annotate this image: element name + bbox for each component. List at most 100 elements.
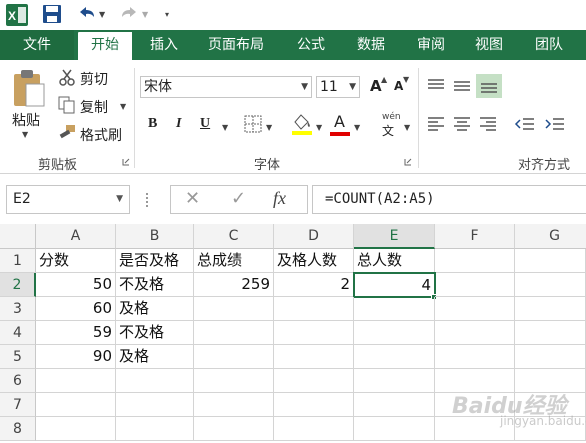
cell-c6[interactable] <box>194 369 274 393</box>
cell-c2[interactable]: 259 <box>194 273 274 297</box>
tab-page-layout[interactable]: 页面布局 <box>196 30 276 60</box>
copy-label[interactable]: 复制 <box>80 97 108 117</box>
formula-bar-grip[interactable] <box>146 193 149 207</box>
row-header-8[interactable]: 8 <box>0 417 36 441</box>
cell-b3[interactable]: 及格 <box>116 297 194 321</box>
cell-c8[interactable] <box>194 417 274 441</box>
cell-g5[interactable] <box>515 345 586 369</box>
tab-file[interactable]: 文件 <box>0 30 74 60</box>
cell-b5[interactable]: 及格 <box>116 345 194 369</box>
tab-view[interactable]: 视图 <box>462 30 516 60</box>
chevron-down-icon[interactable]: ▼ <box>301 77 308 97</box>
font-launcher-icon[interactable] <box>404 158 412 166</box>
tab-insert[interactable]: 插入 <box>138 30 190 60</box>
column-header-d[interactable]: D <box>274 224 354 249</box>
name-box[interactable]: E2 ▼ <box>6 185 130 214</box>
decrease-indent-icon[interactable] <box>514 116 536 132</box>
clipboard-launcher-icon[interactable] <box>122 158 130 166</box>
cell-g2[interactable] <box>515 273 586 297</box>
confirm-entry-icon[interactable]: ✓ <box>231 188 246 209</box>
undo-dropdown-icon[interactable]: ▼ <box>99 10 105 19</box>
cell-d2[interactable]: 2 <box>274 273 354 297</box>
chevron-down-icon[interactable]: ▼ <box>349 77 356 97</box>
cell-c7[interactable] <box>194 393 274 417</box>
shrink-font-button[interactable]: A <box>394 79 403 93</box>
cell-g4[interactable] <box>515 321 586 345</box>
insert-function-icon[interactable]: fx <box>273 188 286 209</box>
phonetic-char[interactable]: 文 <box>382 122 394 139</box>
borders-icon[interactable] <box>244 115 262 133</box>
row-header-2[interactable]: 2 <box>0 273 36 297</box>
cell-a5[interactable]: 90 <box>36 345 116 369</box>
cell-f5[interactable] <box>435 345 515 369</box>
formula-input[interactable]: =COUNT(A2:A5) <box>312 185 586 214</box>
column-header-g[interactable]: G <box>515 224 586 249</box>
cell-c4[interactable] <box>194 321 274 345</box>
borders-dropdown-icon[interactable]: ▼ <box>266 123 272 132</box>
cell-b2[interactable]: 不及格 <box>116 273 194 297</box>
cell-c1[interactable]: 总成绩 <box>194 249 274 273</box>
cell-e7[interactable] <box>354 393 435 417</box>
column-header-f[interactable]: F <box>435 224 515 249</box>
align-right-icon[interactable] <box>478 116 498 132</box>
column-header-b[interactable]: B <box>116 224 194 249</box>
font-color-dropdown-icon[interactable]: ▼ <box>354 123 360 132</box>
fill-color-dropdown-icon[interactable]: ▼ <box>316 123 322 132</box>
cell-f2[interactable] <box>435 273 515 297</box>
cell-b8[interactable] <box>116 417 194 441</box>
cut-label[interactable]: 剪切 <box>80 69 108 89</box>
cell-d4[interactable] <box>274 321 354 345</box>
cell-c3[interactable] <box>194 297 274 321</box>
align-left-icon[interactable] <box>426 116 446 132</box>
cell-b6[interactable] <box>116 369 194 393</box>
tab-team[interactable]: 团队 <box>520 30 578 60</box>
cell-g3[interactable] <box>515 297 586 321</box>
italic-button[interactable]: I <box>176 116 181 132</box>
redo-dropdown-icon[interactable]: ▼ <box>142 10 148 19</box>
cell-a8[interactable] <box>36 417 116 441</box>
cell-a2[interactable]: 50 <box>36 273 116 297</box>
cell-d5[interactable] <box>274 345 354 369</box>
cell-e4[interactable] <box>354 321 435 345</box>
align-center-icon[interactable] <box>452 116 472 132</box>
paste-dropdown-icon[interactable]: ▼ <box>22 130 28 139</box>
column-header-c[interactable]: C <box>194 224 274 249</box>
cell-a1[interactable]: 分数 <box>36 249 116 273</box>
copy-icon[interactable] <box>58 96 76 114</box>
row-header-4[interactable]: 4 <box>0 321 36 345</box>
font-size-combo[interactable]: 11 ▼ <box>316 76 360 98</box>
customize-qat-icon[interactable]: ▾ <box>165 10 169 19</box>
column-header-e[interactable]: E <box>354 224 435 249</box>
cell-d3[interactable] <box>274 297 354 321</box>
cell-e1[interactable]: 总人数 <box>354 249 435 273</box>
cell-e2[interactable]: 4 <box>353 272 436 298</box>
fill-color-icon[interactable] <box>290 112 314 136</box>
phonetic-pinyin[interactable]: wén <box>382 112 401 122</box>
align-middle-icon[interactable] <box>452 78 472 94</box>
format-painter-label[interactable]: 格式刷 <box>80 125 122 145</box>
align-top-icon[interactable] <box>426 78 446 94</box>
row-header-5[interactable]: 5 <box>0 345 36 369</box>
tab-home[interactable]: 开始 <box>78 32 132 60</box>
cell-f1[interactable] <box>435 249 515 273</box>
bold-button[interactable]: B <box>148 116 157 132</box>
cell-d8[interactable] <box>274 417 354 441</box>
cell-d6[interactable] <box>274 369 354 393</box>
cell-e3[interactable] <box>354 297 435 321</box>
chevron-down-icon[interactable]: ▼ <box>116 186 123 213</box>
font-color-button[interactable]: A <box>334 112 345 131</box>
phonetic-dropdown-icon[interactable]: ▼ <box>404 123 410 132</box>
cell-b4[interactable]: 不及格 <box>116 321 194 345</box>
cell-a7[interactable] <box>36 393 116 417</box>
cell-e5[interactable] <box>354 345 435 369</box>
redo-icon[interactable] <box>118 4 140 24</box>
cell-a6[interactable] <box>36 369 116 393</box>
grow-font-button[interactable]: A <box>370 77 382 95</box>
select-all-corner[interactable] <box>0 224 36 249</box>
paste-icon[interactable] <box>12 68 46 108</box>
cell-c5[interactable] <box>194 345 274 369</box>
paste-label[interactable]: 粘贴 <box>12 110 40 130</box>
cell-f3[interactable] <box>435 297 515 321</box>
row-header-3[interactable]: 3 <box>0 297 36 321</box>
cell-e6[interactable] <box>354 369 435 393</box>
